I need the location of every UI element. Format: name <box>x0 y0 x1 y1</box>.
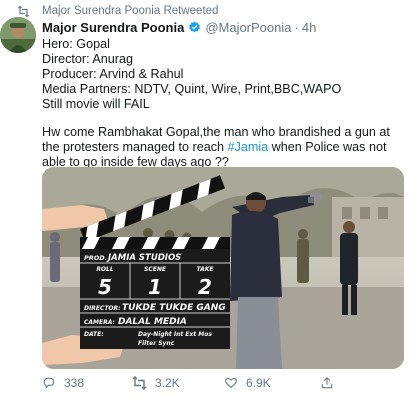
author-avatar[interactable] <box>0 17 36 53</box>
reply-button[interactable]: 338 <box>42 376 84 390</box>
separator-dot: · <box>294 19 299 35</box>
tweet-media-image[interactable]: PROD. JAMIA STUDIOS ROLL SCENE TAKE 5 1 … <box>42 167 404 369</box>
reply-count: 338 <box>64 376 85 390</box>
retweet-icon <box>14 5 32 17</box>
clap-footer-line2: Filter Sync <box>138 340 175 347</box>
clap-take-value: 2 <box>198 275 212 299</box>
verified-badge-icon <box>188 21 201 34</box>
tweet-line: Director: Anurag <box>42 52 133 66</box>
tweet-paragraph: Hw come Rambhakat Gopal,the man who bran… <box>42 125 402 170</box>
retweet-context[interactable]: Major Surendra Poonia Retweeted <box>14 3 218 19</box>
clap-date-label: DATE: <box>84 331 104 338</box>
clap-scene-value: 1 <box>148 275 162 299</box>
clap-take-label: TAKE <box>196 266 214 273</box>
clap-roll-label: ROLL <box>96 266 114 273</box>
tweet-content: Major Surendra Poonia @MajorPoonia · 4h … <box>42 19 408 170</box>
tweet-line: Producer: Arvind & Rahul <box>42 67 184 81</box>
tweet-actions: 338 3.2K 6.9K <box>42 376 382 392</box>
clap-scene-label: SCENE <box>144 266 167 273</box>
media-illustration: PROD. JAMIA STUDIOS ROLL SCENE TAKE 5 1 … <box>42 167 404 369</box>
author-handle[interactable]: @MajorPoonia <box>205 20 291 35</box>
tweet-header: Major Surendra Poonia @MajorPoonia · 4h <box>42 19 408 35</box>
retweet-context-text: Major Surendra Poonia Retweeted <box>42 5 219 17</box>
tweet-line: Still movie will FAIL <box>42 97 150 111</box>
tweet-timestamp[interactable]: 4h <box>302 20 316 35</box>
share-button[interactable] <box>320 376 342 390</box>
tweet-line: Hero: Gopal <box>42 37 110 51</box>
clap-director-label: DIRECTOR: <box>84 305 121 312</box>
retweet-button[interactable]: 3.2K <box>132 376 180 390</box>
clap-camera-label: CAMERA: <box>84 319 115 326</box>
heart-icon <box>225 377 237 389</box>
like-button[interactable]: 6.9K <box>224 376 271 390</box>
author-name[interactable]: Major Surendra Poonia <box>42 20 184 35</box>
hashtag-link[interactable]: #Jamia <box>228 140 269 154</box>
tweet-text: Hero: Gopal Director: Anurag Producer: A… <box>42 37 408 112</box>
clap-prod-label: PROD. <box>84 254 107 262</box>
clap-camera-value: DALAL MEDIA <box>118 317 187 327</box>
like-count: 6.9K <box>246 376 271 390</box>
reply-icon <box>43 377 55 389</box>
tweet-line: Media Partners: NDTV, Quint, Wire, Print… <box>42 82 342 96</box>
clap-roll-value: 5 <box>98 275 112 299</box>
retweet-action-icon <box>132 376 147 390</box>
clap-director-value: TUKDE TUKDE GANG <box>122 303 226 313</box>
clap-prod-value: JAMIA STUDIOS <box>106 253 181 263</box>
retweet-count: 3.2K <box>155 376 180 390</box>
clap-footer-line1: Day-Night Int Ext Mos <box>138 331 212 338</box>
share-icon <box>321 377 333 389</box>
